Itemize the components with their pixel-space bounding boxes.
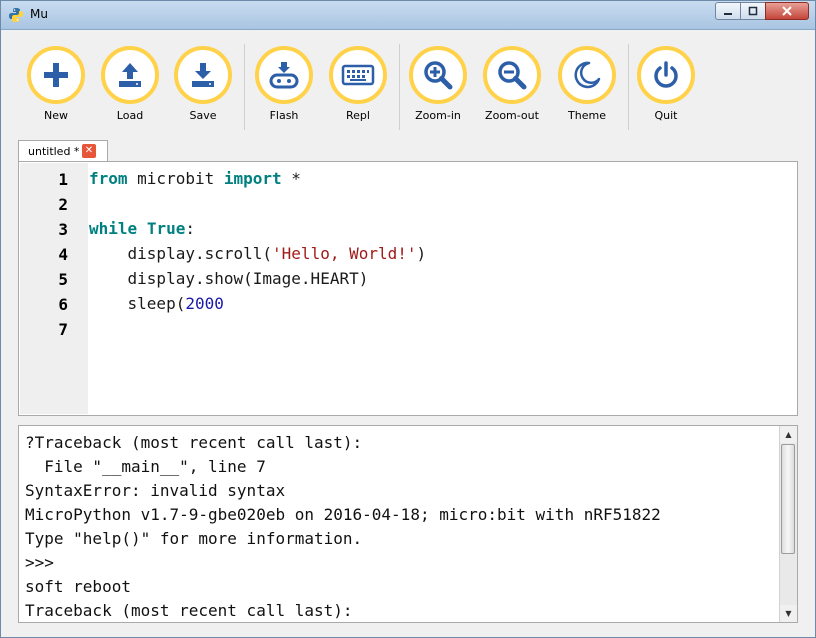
- moon-icon: [574, 61, 601, 89]
- code-text: :: [185, 219, 195, 238]
- line-number: 6: [58, 295, 68, 314]
- line-number: 5: [58, 270, 68, 289]
- code-line: from microbit import *: [89, 169, 301, 188]
- toolbar: New Load Save Flash Repl Zoom-in Zoom-ou…: [1, 30, 815, 134]
- maximize-button[interactable]: [740, 2, 766, 20]
- window-controls: [715, 2, 809, 20]
- repl-prompt: >>>: [25, 553, 54, 572]
- power-icon: [654, 61, 678, 88]
- scroll-down-arrow-icon[interactable]: ▼: [780, 605, 797, 622]
- save-button[interactable]: Save: [170, 46, 236, 122]
- code-text: microbit: [127, 169, 224, 188]
- repl-label: Repl: [346, 109, 370, 122]
- line-number: 2: [58, 195, 68, 214]
- close-window-button[interactable]: [765, 2, 809, 20]
- tab-untitled[interactable]: untitled * ✕: [18, 140, 108, 162]
- code-text: *: [281, 169, 301, 188]
- tab-label: untitled *: [28, 145, 80, 158]
- toolbar-divider: [628, 44, 629, 130]
- repl-line: SyntaxError: invalid syntax: [25, 481, 286, 500]
- toolbar-divider: [399, 44, 400, 130]
- line-number: 1: [58, 170, 68, 189]
- keyboard-icon: [341, 64, 375, 86]
- load-button[interactable]: Load: [97, 46, 163, 122]
- repl-button[interactable]: Repl: [325, 46, 391, 122]
- code-line: display.show(Image.HEART): [89, 269, 369, 288]
- microbit-flash-icon: [269, 62, 299, 89]
- zoom-out-button[interactable]: Zoom-out: [479, 46, 545, 122]
- repl-line: Traceback (most recent call last):: [25, 601, 353, 620]
- flash-label: Flash: [269, 109, 299, 122]
- tab-close-icon[interactable]: ✕: [82, 144, 96, 158]
- close-icon: [782, 6, 792, 16]
- minimize-icon: [724, 13, 732, 15]
- line-number: 4: [58, 245, 68, 264]
- repl-line: soft reboot: [25, 577, 131, 596]
- repl-line: MicroPython v1.7-9-gbe020eb on 2016-04-1…: [25, 505, 661, 524]
- number-literal: 2000: [185, 294, 224, 313]
- maximize-icon: [748, 6, 758, 16]
- mu-window: Mu New Load Save Flash Repl Zoom-in Zoom…: [0, 0, 816, 638]
- toolbar-divider: [244, 44, 245, 130]
- line-number: 3: [58, 220, 68, 239]
- zoom-out-label: Zoom-out: [485, 109, 539, 122]
- minimize-button[interactable]: [715, 2, 741, 20]
- quit-button[interactable]: Quit: [633, 46, 699, 122]
- code-text: display.scroll(: [89, 244, 273, 263]
- zoom-in-icon: [424, 61, 453, 90]
- new-label: New: [44, 109, 68, 122]
- load-label: Load: [116, 109, 144, 122]
- save-label: Save: [189, 109, 217, 122]
- zoom-out-icon: [498, 61, 527, 90]
- theme-label: Theme: [568, 109, 606, 122]
- scroll-up-arrow-icon[interactable]: ▲: [780, 426, 797, 443]
- code-line: sleep(2000: [89, 294, 224, 313]
- zoom-in-button[interactable]: Zoom-in: [405, 46, 471, 122]
- keyword: import: [223, 169, 282, 188]
- title-bar: Mu: [1, 1, 815, 30]
- repl-scrollbar[interactable]: ▲ ▼: [779, 426, 797, 622]
- python-logo-icon: [9, 8, 23, 22]
- keyword: from: [89, 169, 128, 188]
- plus-icon: [44, 63, 68, 87]
- string-literal: 'Hello, World!': [272, 244, 417, 263]
- code-line: display.scroll('Hello, World!'): [89, 244, 427, 263]
- code-text: ): [416, 244, 427, 263]
- keyword: while: [89, 219, 138, 238]
- code-line: while True:: [89, 219, 195, 238]
- keyword: True: [146, 219, 186, 238]
- flash-button[interactable]: Flash: [251, 46, 317, 122]
- zoom-in-label: Zoom-in: [415, 109, 461, 122]
- repl-line: Type "help()" for more information.: [25, 529, 363, 548]
- line-number-gutter: 1 2 3 4 5 6 7: [20, 163, 88, 414]
- repl-line: ?Traceback (most recent call last):: [25, 433, 363, 452]
- line-number: 7: [58, 320, 68, 339]
- code-editor[interactable]: 1 2 3 4 5 6 7 from microbit import * whi…: [18, 161, 798, 416]
- download-icon: [192, 63, 214, 87]
- scrollbar-thumb[interactable]: [781, 444, 795, 554]
- window-title: Mu: [30, 7, 48, 21]
- code-text: display.show(Image.HEART): [89, 269, 369, 288]
- new-button[interactable]: New: [23, 46, 89, 122]
- theme-button[interactable]: Theme: [554, 46, 620, 122]
- repl-line: File "__main__", line 7: [25, 457, 266, 476]
- repl-console[interactable]: ?Traceback (most recent call last): File…: [18, 425, 798, 623]
- code-text: sleep(: [89, 294, 186, 313]
- upload-icon: [119, 63, 141, 87]
- quit-label: Quit: [654, 109, 678, 122]
